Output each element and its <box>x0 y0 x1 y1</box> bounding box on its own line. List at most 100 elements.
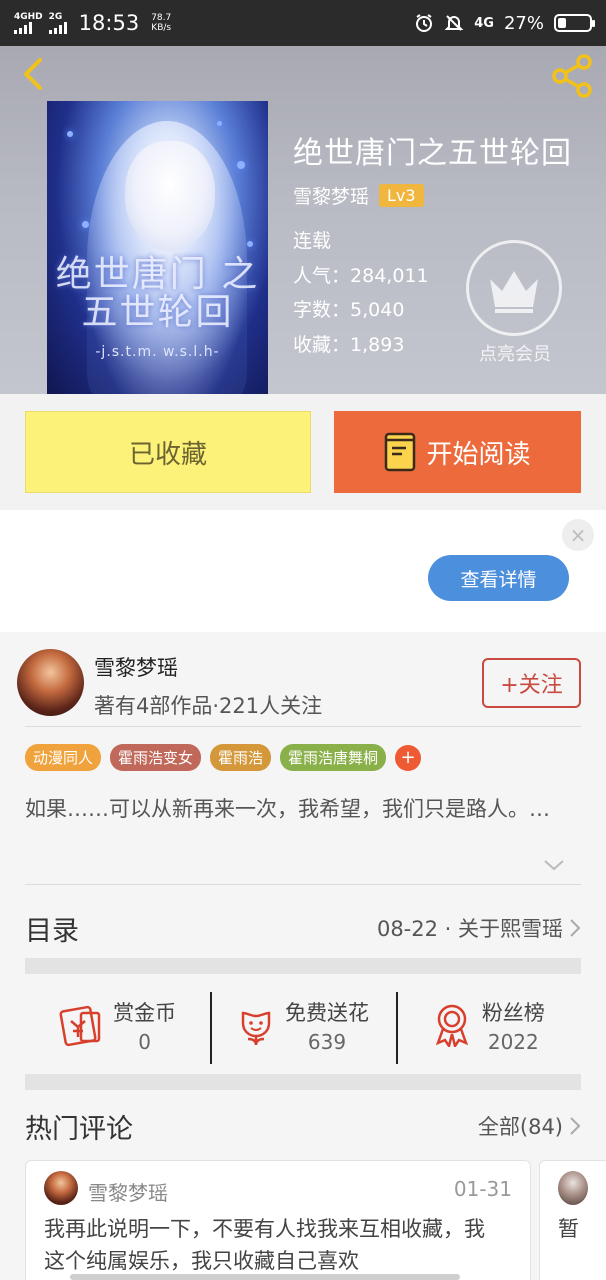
stat-free-flowers[interactable]: 免费送花 639 <box>210 976 395 1074</box>
chevron-down-icon[interactable] <box>543 858 565 872</box>
comment-avatar <box>558 1171 588 1205</box>
author-name[interactable]: 雪黎梦瑶 <box>293 182 369 209</box>
word-count-value: 5,040 <box>350 299 405 321</box>
cover-subtitle: -j.s.t.m. w.s.l.h- <box>95 344 220 360</box>
signal-1-label: 4GHD <box>14 11 43 22</box>
battery-icon <box>554 14 595 32</box>
popularity-label: 人气： <box>293 265 351 287</box>
book-details: 雪黎梦瑶 著有4部作品·221人关注 +关注 动漫同人 霍雨浩变女 霍雨浩 霍雨… <box>0 632 606 1280</box>
toc-title: 目录 <box>25 915 79 947</box>
chevron-right-icon <box>570 1117 581 1135</box>
comment-text: 我再此说明一下，不要有人找我来互相收藏，我这个纯属娱乐，我只收藏自己喜欢 <box>44 1217 485 1273</box>
tag-item[interactable]: 霍雨浩 <box>210 744 272 771</box>
serial-status: 连载 <box>293 230 332 252</box>
stat-label: 免费送花 <box>284 1000 369 1025</box>
red-envelope-icon <box>59 1005 101 1047</box>
comment-card[interactable]: 雪黎梦瑶 01-31 我再此说明一下，不要有人找我来互相收藏，我这个纯属娱乐，我… <box>25 1160 531 1280</box>
toc-latest: 08-22 · 关于熙雪瑶 <box>377 913 581 943</box>
book-icon <box>385 432 416 472</box>
medal-icon <box>435 1004 468 1047</box>
stats-row: 赏金币 0 免费送花 639 粉丝榜 2022 <box>25 976 581 1074</box>
stat-value: 0 <box>138 1029 152 1054</box>
start-reading-label: 开始阅读 <box>426 439 531 470</box>
stat-value: 2022 <box>487 1029 539 1054</box>
comment-text: 暂 <box>558 1217 579 1241</box>
word-count: 字数：5,040 <box>293 295 404 322</box>
tag-item[interactable]: 动漫同人 <box>25 744 102 771</box>
hot-comments-title: 热门评论 <box>25 1113 133 1145</box>
signal-bars-icon <box>48 21 67 34</box>
network-speed: 78.7 KB/s <box>151 13 171 33</box>
share-icon[interactable] <box>548 52 596 100</box>
signal-bars-icon <box>14 21 32 34</box>
popularity: 人气：284,011 <box>293 261 429 288</box>
stat-reward-coins[interactable]: 赏金币 0 <box>25 976 210 1074</box>
section-separator <box>25 958 581 974</box>
cover-sparkle <box>217 121 222 126</box>
favorites-label: 收藏： <box>293 334 351 356</box>
signal-1: 4GHD <box>14 11 43 34</box>
signal-2: 2G <box>48 11 67 34</box>
tag-list: 动漫同人 霍雨浩变女 霍雨浩 霍雨浩唐舞桐 + <box>25 744 422 771</box>
signal-2-label: 2G <box>48 11 63 22</box>
alarm-icon <box>416 14 433 32</box>
close-icon[interactable]: × <box>562 519 594 551</box>
back-arrow-icon[interactable] <box>14 54 54 94</box>
clock: 18:53 <box>78 11 140 35</box>
vip-label: 点亮会员 <box>479 344 551 365</box>
crown-icon <box>466 240 562 336</box>
battery-level <box>558 18 567 28</box>
book-cover[interactable]: 绝世唐门 之五世轮回 -j.s.t.m. w.s.l.h- <box>47 101 268 394</box>
book-description[interactable]: 如果……可以从新再来一次，我希望，我们只是路人。… <box>25 795 565 824</box>
stat-label: 粉丝榜 <box>481 1000 545 1025</box>
horizontal-scroll-indicator <box>70 1274 460 1280</box>
popularity-value: 284,011 <box>350 265 429 287</box>
tag-item[interactable]: 霍雨浩唐舞桐 <box>280 744 387 771</box>
all-comments-label: 全部(84) <box>477 1115 563 1139</box>
stat-fan-ranking[interactable]: 粉丝榜 2022 <box>395 976 581 1074</box>
cover-sparkle <box>67 131 73 137</box>
ad-banner: × 查看详情 <box>0 510 606 632</box>
author-avatar[interactable] <box>17 649 84 716</box>
comment-user: 雪黎梦瑶 <box>88 1181 168 1205</box>
mute-bell-icon <box>444 15 464 31</box>
divider <box>25 884 581 885</box>
network-speed-unit: KB/s <box>151 23 172 33</box>
cover-sparkle <box>247 241 253 247</box>
table-of-contents-row[interactable]: 目录 08-22 · 关于熙雪瑶 <box>25 898 581 958</box>
book-title: 绝世唐门之五世轮回 <box>293 136 572 171</box>
network-type: 4G <box>474 15 494 31</box>
author-row: 雪黎梦瑶 Lv3 <box>293 182 424 209</box>
collected-button[interactable]: 已收藏 <box>25 411 311 493</box>
author-card-name[interactable]: 雪黎梦瑶 <box>94 652 178 682</box>
book-header: 绝世唐门 之五世轮回 -j.s.t.m. w.s.l.h- 绝世唐门之五世轮回 … <box>0 46 606 394</box>
tag-item[interactable]: 霍雨浩变女 <box>110 744 202 771</box>
level-badge: Lv3 <box>379 184 424 207</box>
start-reading-button[interactable]: 开始阅读 <box>334 411 581 493</box>
cover-title: 绝世唐门 之五世轮回 <box>55 254 260 333</box>
network-speed-value: 78.7 <box>151 13 172 23</box>
comment-date: 01-31 <box>453 1177 512 1201</box>
divider <box>25 726 581 727</box>
comment-avatar <box>44 1171 78 1205</box>
flower-icon <box>241 1011 271 1046</box>
toc-latest-chapter: 08-22 · 关于熙雪瑶 <box>376 917 563 941</box>
view-details-button[interactable]: 查看详情 <box>428 555 569 601</box>
section-separator <box>25 1074 581 1090</box>
more-tags-button[interactable]: + <box>395 744 422 771</box>
vip-badge[interactable]: 点亮会员 <box>466 240 564 366</box>
battery-percent: 27% <box>503 12 544 34</box>
stat-value: 639 <box>307 1029 347 1054</box>
all-comments-link[interactable]: 全部(84) <box>478 1111 581 1141</box>
status-bar: 4GHD 2G 18:53 78.7 KB/s 4G 27% <box>0 0 606 46</box>
chevron-right-icon <box>570 919 581 937</box>
author-card-info: 著有4部作品·221人关注 <box>94 694 323 718</box>
action-buttons: 已收藏 开始阅读 <box>0 394 606 510</box>
word-count-label: 字数： <box>293 299 351 321</box>
cover-sparkle <box>237 161 245 169</box>
follow-button[interactable]: +关注 <box>482 658 581 708</box>
favorites-count: 收藏：1,893 <box>293 330 404 357</box>
comment-card[interactable]: 暂 <box>539 1160 606 1280</box>
favorites-value: 1,893 <box>350 334 405 356</box>
cover-figure-face <box>125 141 215 251</box>
